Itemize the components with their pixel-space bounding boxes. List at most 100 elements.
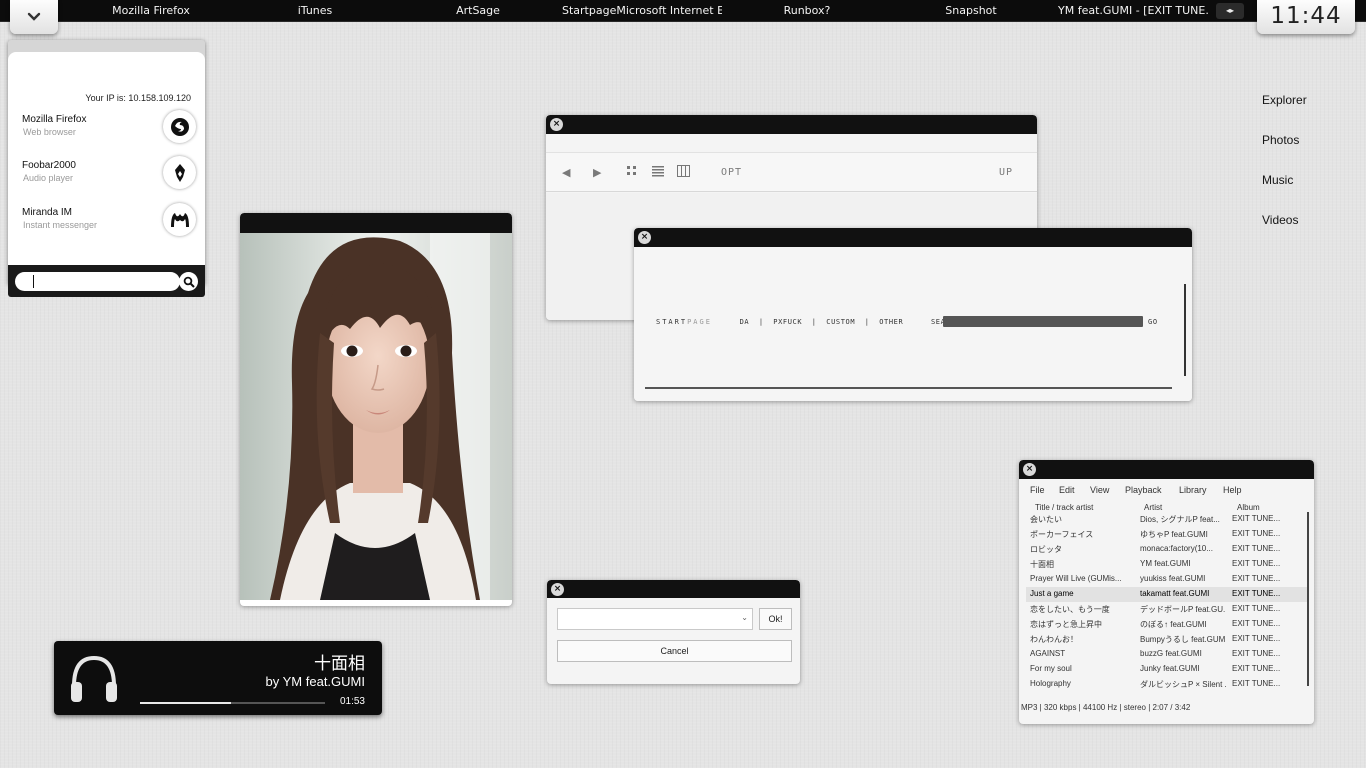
menu-playback[interactable]: Playback — [1125, 485, 1162, 495]
scrollbar[interactable] — [1307, 512, 1309, 686]
headphones-icon — [68, 652, 120, 708]
app-description: Audio player — [23, 173, 74, 183]
scrollbar[interactable] — [1184, 284, 1186, 376]
startpage-search-input[interactable] — [943, 316, 1143, 327]
close-icon[interactable]: × — [638, 231, 651, 244]
menu-help[interactable]: Help — [1223, 485, 1242, 495]
playlist-cell-artist: yuukiss feat.GUMI — [1140, 574, 1206, 583]
startpage-logo-start: START — [656, 318, 688, 326]
dropdown-select[interactable]: ⌄ — [557, 608, 753, 630]
miranda-icon — [163, 203, 196, 236]
playlist-cell-title: 恋をしたい、もう一度 — [1030, 605, 1110, 614]
launcher-app-firefox[interactable]: Mozilla Firefox Web browser — [22, 110, 198, 150]
playlist-row[interactable]: 会いたい Dios, シグナルP feat... EXIT TUNE... — [1026, 512, 1309, 527]
app-description: Web browser — [23, 127, 76, 137]
playlist-row[interactable]: Just a game takamatt feat.GUMI EXIT TUNE..… — [1026, 587, 1309, 602]
playlist-cell-artist: YM feat.GUMI — [1140, 559, 1191, 568]
playlist-cell-album: EXIT TUNE... — [1232, 559, 1281, 568]
grid-view-icon[interactable] — [626, 165, 638, 179]
playlist-row[interactable]: 恋をしたい、もう一度 デッドボールP feat.GU... EXIT TUNE... — [1026, 602, 1309, 617]
playlist-cell-title: 会いたい — [1030, 515, 1062, 524]
playlist-row[interactable]: ロビッタ monaca:factory(10... EXIT TUNE... — [1026, 542, 1309, 557]
progress-fill — [140, 702, 231, 704]
columns-view-icon[interactable] — [677, 165, 690, 179]
startpage-links[interactable]: DA | PXFUCK | CUSTOM | OTHER — [740, 318, 904, 326]
playlist-cell-album: EXIT TUNE... — [1232, 664, 1281, 673]
back-arrow-icon[interactable]: ◀ — [562, 153, 570, 193]
task-runbox[interactable]: Runbox? — [772, 0, 842, 22]
playlist-row[interactable]: 十面相 YM feat.GUMI EXIT TUNE... — [1026, 557, 1309, 572]
window-titlebar[interactable] — [546, 115, 1037, 134]
window-titlebar[interactable] — [547, 580, 800, 598]
progress-track[interactable] — [140, 702, 325, 704]
launcher-search-input[interactable] — [15, 272, 180, 291]
chevron-down-icon — [27, 12, 41, 21]
status-bar: MP3 | 320 kbps | 44100 Hz | stereo | 2:0… — [1021, 703, 1191, 712]
playlist-row[interactable]: ポーカーフェイス ゆちゃP feat.GUMI EXIT TUNE... — [1026, 527, 1309, 542]
column-header-title[interactable]: Title / track artist — [1035, 503, 1093, 512]
options-button[interactable]: OPT — [721, 153, 742, 193]
launcher-app-miranda[interactable]: Miranda IM Instant messenger — [22, 203, 198, 243]
shortcut-videos[interactable]: Videos — [1262, 213, 1298, 227]
shortcut-photos[interactable]: Photos — [1262, 133, 1299, 147]
playlist-cell-album: EXIT TUNE... — [1232, 529, 1281, 538]
playlist-cell-title: 恋はずっと急上昇中 — [1030, 620, 1102, 629]
playlist-cell-artist: Dios, シグナルP feat... — [1140, 515, 1220, 524]
close-icon[interactable]: × — [551, 583, 564, 596]
taskbar: Mozilla Firefox iTunes ArtSage Startpage… — [0, 0, 1366, 22]
playlist-row[interactable]: Prayer Will Live (GUMis... yuukiss feat.G… — [1026, 572, 1309, 587]
dialog-window: × ⌄ Ok! Cancel — [547, 580, 800, 684]
playlist-row[interactable]: わんわんお！ Bumpyうるし feat.GUMI EXIT TUNE... — [1026, 632, 1309, 647]
task-startpage[interactable]: StartpageMicrosoft Internet E... — [562, 0, 722, 22]
menu-file[interactable]: File — [1030, 485, 1045, 495]
horizontal-scrollbar[interactable] — [645, 387, 1172, 389]
window-titlebar[interactable] — [1019, 460, 1314, 479]
shortcut-explorer[interactable]: Explorer — [1262, 93, 1307, 107]
task-scroll-arrows-icon[interactable]: ◂▸ — [1216, 3, 1244, 19]
playlist-cell-artist: Bumpyうるし feat.GUMI — [1140, 635, 1226, 644]
shortcut-music[interactable]: Music — [1262, 173, 1293, 187]
ok-button[interactable]: Ok! — [759, 608, 792, 630]
playlist-cell-title: 十面相 — [1030, 560, 1054, 569]
close-icon[interactable]: × — [550, 118, 563, 131]
go-button[interactable]: GO — [1148, 318, 1158, 326]
app-description: Instant messenger — [23, 220, 98, 230]
chevron-down-icon: ⌄ — [741, 613, 748, 622]
task-foobar[interactable]: YM feat.GUMI - [EXIT TUNE... — [1058, 0, 1210, 22]
task-firefox[interactable]: Mozilla Firefox — [98, 0, 204, 22]
playlist-cell-album: EXIT TUNE... — [1232, 649, 1281, 658]
foobar-icon — [163, 156, 196, 189]
column-header-album[interactable]: Album — [1237, 503, 1260, 512]
menu-view[interactable]: View — [1090, 485, 1109, 495]
playlist-row[interactable]: For my soul Junky feat.GUMI EXIT TUNE... — [1026, 662, 1309, 677]
playlist-row[interactable]: AGAINST buzzG feat.GUMI EXIT TUNE... — [1026, 647, 1309, 662]
forward-arrow-icon[interactable]: ▶ — [593, 153, 601, 193]
playlist-cell-artist: Junky feat.GUMI — [1140, 664, 1200, 673]
playlist-cell-album: EXIT TUNE... — [1232, 514, 1281, 523]
playlist-cell-album: EXIT TUNE... — [1232, 604, 1281, 613]
window-titlebar[interactable] — [634, 228, 1192, 247]
menu-library[interactable]: Library — [1179, 485, 1207, 495]
playlist-cell-album: EXIT TUNE... — [1232, 544, 1281, 553]
close-icon[interactable]: × — [1023, 463, 1036, 476]
up-button[interactable]: UP — [999, 153, 1013, 193]
task-itunes[interactable]: iTunes — [270, 0, 360, 22]
app-name: Mozilla Firefox — [22, 114, 87, 125]
menu-edit[interactable]: Edit — [1059, 485, 1075, 495]
column-header-artist[interactable]: Artist — [1144, 503, 1162, 512]
playlist-cell-title: For my soul — [1030, 664, 1072, 673]
task-artsage[interactable]: ArtSage — [440, 0, 516, 22]
launcher-search-bar — [8, 265, 205, 297]
list-view-icon[interactable] — [652, 165, 664, 179]
playlist-row[interactable]: Holography ダルビッシュP × Silent ... EXIT TUNE.… — [1026, 677, 1309, 692]
playlist-cell-artist: ゆちゃP feat.GUMI — [1140, 530, 1208, 539]
app-name: Miranda IM — [22, 207, 73, 218]
playlist-cell-artist: デッドボールP feat.GU... — [1140, 605, 1226, 614]
window-titlebar[interactable] — [240, 213, 512, 233]
launcher-toggle-button[interactable] — [10, 0, 58, 34]
task-snapshot[interactable]: Snapshot — [936, 0, 1006, 22]
launcher-app-foobar[interactable]: Foobar2000 Audio player — [22, 156, 198, 196]
playlist-row[interactable]: 恋はずっと急上昇中 のぼる↑ feat.GUMI EXIT TUNE... — [1026, 617, 1309, 632]
cancel-button[interactable]: Cancel — [557, 640, 792, 662]
search-icon[interactable] — [179, 272, 198, 291]
